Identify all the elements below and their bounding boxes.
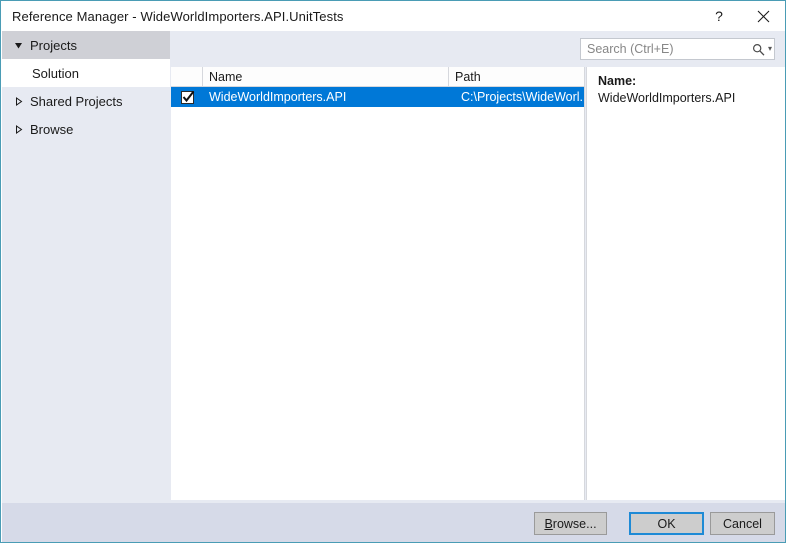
ok-button[interactable]: OK xyxy=(629,512,704,535)
content-area: ▾ Name Path WideWorldImporters.API C:\Pr xyxy=(170,31,786,503)
row-path: C:\Projects\WideWorl... xyxy=(455,90,584,104)
sidebar-item-label: Browse xyxy=(30,122,73,137)
sidebar-item-label: Shared Projects xyxy=(30,94,123,109)
search-icon[interactable] xyxy=(752,43,768,56)
sidebar-item-projects[interactable]: Projects xyxy=(2,31,170,59)
browse-accel: B xyxy=(544,517,552,531)
checkbox-checked-icon[interactable] xyxy=(181,91,194,104)
search-box[interactable]: ▾ xyxy=(580,38,775,60)
cancel-button[interactable]: Cancel xyxy=(710,512,775,535)
sidebar-item-shared-projects[interactable]: Shared Projects xyxy=(2,87,170,115)
close-button[interactable] xyxy=(741,1,785,31)
sidebar-item-solution[interactable]: Solution xyxy=(2,59,170,87)
close-icon xyxy=(757,10,770,23)
details-name-label: Name: xyxy=(598,73,775,90)
chevron-right-icon xyxy=(10,125,26,134)
sidebar: Projects Solution Shared Projects Browse xyxy=(2,31,170,503)
column-header-checkbox[interactable] xyxy=(171,67,203,87)
list-header: Name Path xyxy=(171,67,584,87)
sidebar-item-label: Solution xyxy=(32,66,79,81)
chevron-right-icon xyxy=(10,97,26,106)
window-title: Reference Manager - WideWorldImporters.A… xyxy=(12,9,344,24)
results-list: Name Path WideWorldImporters.API C:\Proj… xyxy=(171,67,585,500)
sidebar-item-browse[interactable]: Browse xyxy=(2,115,170,143)
column-header-path[interactable]: Path xyxy=(449,67,584,87)
browse-button[interactable]: Browse... xyxy=(534,512,607,535)
reference-manager-dialog: Reference Manager - WideWorldImporters.A… xyxy=(0,0,786,543)
column-header-name[interactable]: Name xyxy=(203,67,449,87)
title-bar: Reference Manager - WideWorldImporters.A… xyxy=(1,1,785,31)
chevron-down-icon[interactable]: ▾ xyxy=(768,45,778,53)
row-checkbox-cell[interactable] xyxy=(171,91,203,104)
row-name: WideWorldImporters.API xyxy=(203,90,455,104)
search-input[interactable] xyxy=(581,39,752,59)
details-panel: Name: WideWorldImporters.API xyxy=(586,67,785,500)
table-row[interactable]: WideWorldImporters.API C:\Projects\WideW… xyxy=(171,87,584,107)
help-button[interactable]: ? xyxy=(697,1,741,31)
footer-bar: Browse... OK Cancel xyxy=(2,503,786,543)
sidebar-item-label: Projects xyxy=(30,38,77,53)
title-bar-buttons: ? xyxy=(697,1,785,31)
chevron-down-icon xyxy=(10,41,26,50)
browse-label-rest: rowse... xyxy=(553,517,597,531)
details-name-value: WideWorldImporters.API xyxy=(598,90,775,107)
